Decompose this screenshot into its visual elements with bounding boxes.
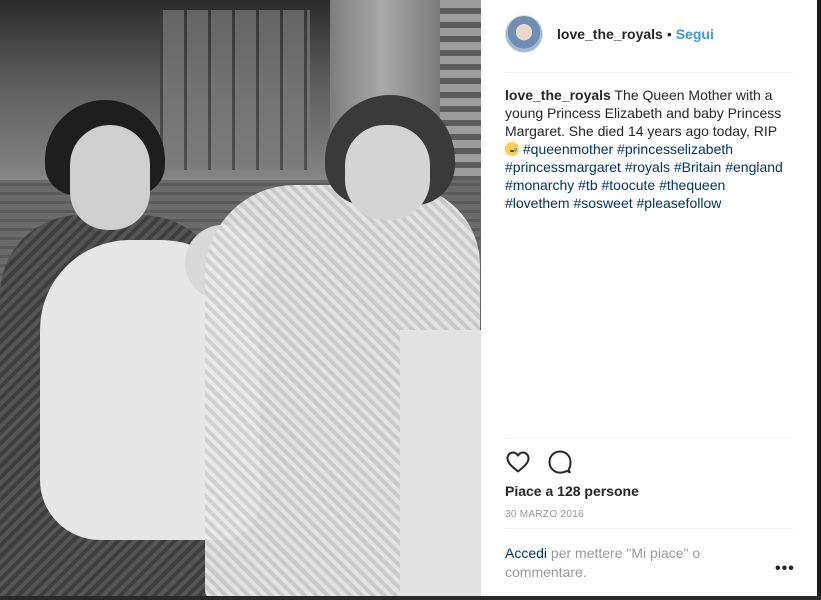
post-actions xyxy=(505,449,573,475)
post-side-panel: love_the_royals • Segui love_the_royals … xyxy=(481,0,817,600)
photo-woman-face xyxy=(70,125,150,230)
caption-username[interactable]: love_the_royals xyxy=(505,87,611,103)
header-divider xyxy=(505,72,793,73)
follow-button[interactable]: Segui xyxy=(676,26,714,42)
login-prompt: Accedi per mettere "Mi piace" o commenta… xyxy=(505,544,765,582)
post-username[interactable]: love_the_royals xyxy=(557,26,663,42)
like-button[interactable] xyxy=(505,449,531,475)
likes-count[interactable]: Piace a 128 persone xyxy=(505,483,639,499)
comment-button[interactable] xyxy=(547,449,573,475)
comment-bubble-icon xyxy=(548,450,572,474)
footer-divider xyxy=(505,528,793,529)
post-header: love_the_royals • Segui xyxy=(505,14,714,54)
photo-window xyxy=(160,10,310,170)
header-separator: • xyxy=(666,26,672,42)
more-options-button[interactable]: ••• xyxy=(775,560,795,578)
right-edge xyxy=(817,0,821,600)
heart-outline-icon xyxy=(506,451,530,473)
post-caption: love_the_royals The Queen Mother with a … xyxy=(505,86,789,212)
login-link[interactable]: Accedi xyxy=(505,545,547,561)
crying-face-emoji-icon xyxy=(505,142,519,156)
photo-girl-dress xyxy=(400,330,481,600)
post-photo[interactable] xyxy=(0,0,481,600)
avatar[interactable] xyxy=(505,15,543,53)
bottom-strip xyxy=(0,596,821,600)
caption-hashtags[interactable]: #queenmother #princesselizabeth #princes… xyxy=(505,141,783,211)
photo-girl-face xyxy=(345,125,430,220)
post-date: 30 MARZO 2016 xyxy=(505,509,584,520)
actions-divider xyxy=(505,438,793,439)
